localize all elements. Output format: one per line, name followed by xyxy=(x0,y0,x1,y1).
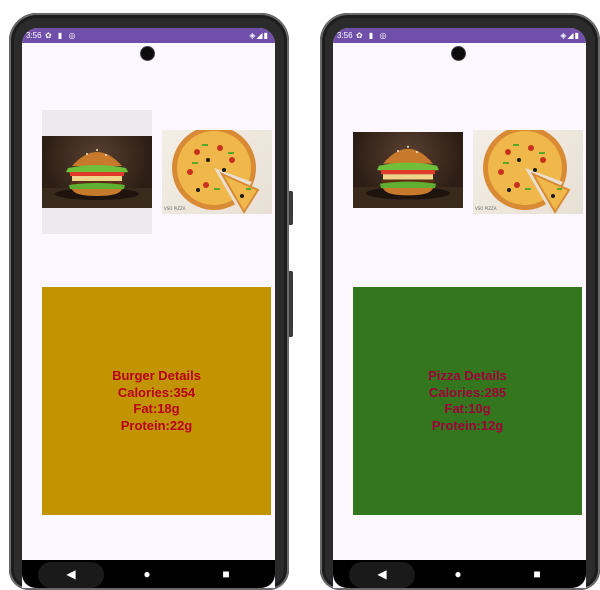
back-icon[interactable]: ◀ xyxy=(372,565,392,583)
details-calories: Calories:354 xyxy=(117,384,196,400)
volume-button xyxy=(289,271,293,337)
status-system-icons: ◈◢▮ xyxy=(249,31,269,40)
burger-image xyxy=(42,136,152,208)
status-bar: 3:56 ✿ ▮ ◎ ◈◢▮ xyxy=(333,28,586,43)
back-icon[interactable]: ◀ xyxy=(61,565,81,583)
status-notification-icons: ✿ ▮ ◎ xyxy=(45,31,78,40)
pizza-caption: VSO PIZZA xyxy=(475,206,497,211)
home-icon[interactable]: ● xyxy=(137,565,157,583)
pizza-image-button[interactable]: VSO PIZZA xyxy=(162,130,272,214)
details-title: Pizza Details xyxy=(428,368,507,383)
status-notification-icons: ✿ ▮ ◎ xyxy=(356,31,389,40)
status-bar: 3:56 ✿ ▮ ◎ ◈◢▮ xyxy=(22,28,275,43)
app-screen: 3:56 ✿ ▮ ◎ ◈◢▮ xyxy=(333,28,586,588)
burger-image xyxy=(353,132,463,208)
pizza-icon xyxy=(172,130,260,214)
details-calories: Calories:285 xyxy=(428,384,507,400)
camera-cutout xyxy=(452,47,465,60)
status-time: 3:56 xyxy=(26,31,42,40)
details-fat: Fat:10g xyxy=(444,401,491,416)
home-icon[interactable]: ● xyxy=(448,565,468,583)
pizza-caption: VSO PIZZA xyxy=(164,206,186,211)
burger-icon xyxy=(42,149,152,208)
burger-image-button[interactable] xyxy=(353,132,463,208)
camera-cutout xyxy=(141,47,154,60)
navigation-bar: ◀ ● ■ xyxy=(333,560,586,588)
recents-icon[interactable]: ■ xyxy=(527,565,547,583)
status-system-icons: ◈◢▮ xyxy=(560,31,580,40)
phone-frame-right: 3:56 ✿ ▮ ◎ ◈◢▮ VSO PIZZA Pizza Details C… xyxy=(320,13,600,590)
details-protein: Protein:22g xyxy=(120,417,193,433)
phone-frame-left: 3:56 ✿ ▮ ◎ ◈◢▮ VSO PIZZA Burger Details … xyxy=(9,13,293,590)
navigation-bar: ◀ ● ■ xyxy=(22,560,275,588)
details-panel: Pizza Details Calories:285 Fat:10g Prote… xyxy=(353,287,582,515)
pizza-image-button[interactable]: VSO PIZZA xyxy=(473,130,583,214)
recents-icon[interactable]: ■ xyxy=(216,565,236,583)
status-time: 3:56 xyxy=(337,31,353,40)
pizza-image xyxy=(162,130,272,214)
details-panel: Burger Details Calories:354 Fat:18g Prot… xyxy=(42,287,271,515)
pizza-image xyxy=(473,130,583,214)
app-screen: 3:56 ✿ ▮ ◎ ◈◢▮ xyxy=(22,28,275,588)
pizza-icon xyxy=(483,130,571,214)
power-button xyxy=(289,191,293,225)
details-fat: Fat:18g xyxy=(133,401,180,416)
burger-icon xyxy=(353,145,463,208)
details-protein: Protein:12g xyxy=(431,417,504,433)
burger-image-button[interactable] xyxy=(42,110,152,234)
details-title: Burger Details xyxy=(112,368,201,383)
